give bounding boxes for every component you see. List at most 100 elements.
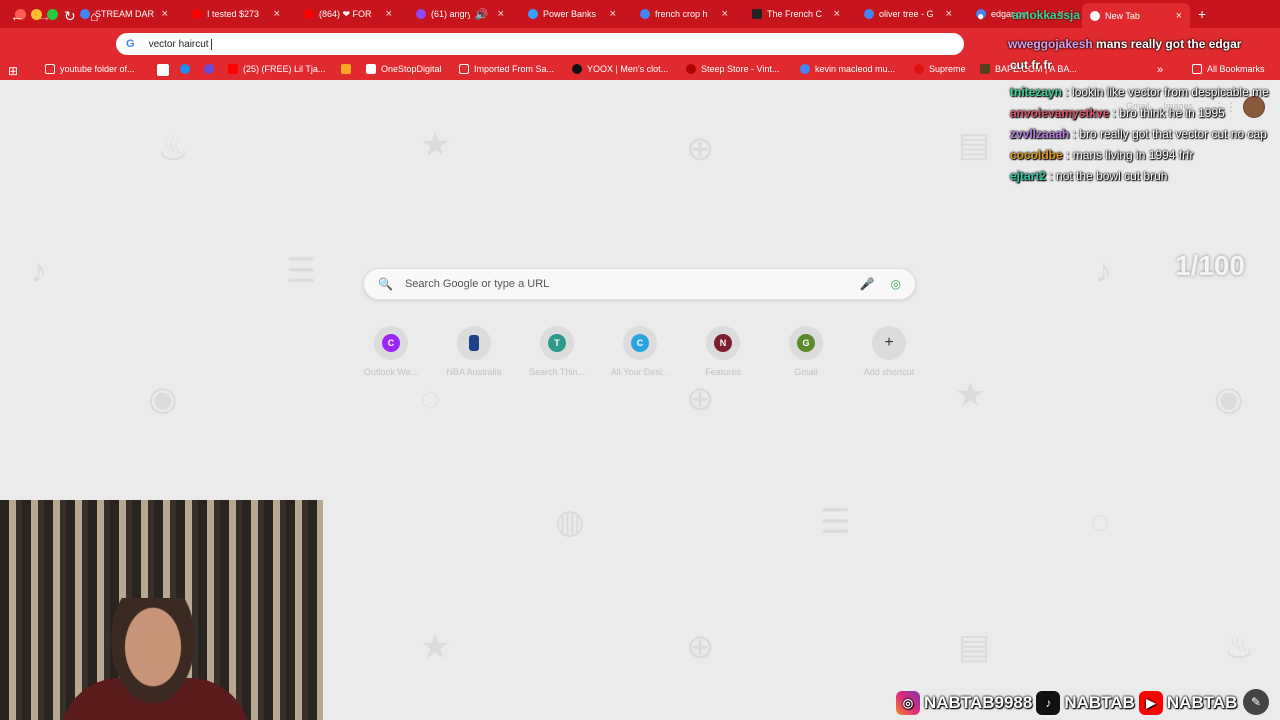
- shortcut-features[interactable]: N Features: [683, 326, 763, 377]
- chat-message: anvoievamystkve : bro think he in 1995: [1010, 103, 1278, 124]
- chat-username: wweggojakesh: [1008, 37, 1093, 51]
- site-icon: [204, 64, 214, 74]
- blank-page-icon: [157, 64, 169, 76]
- bookmark-youtube-folder[interactable]: youtube folder of...: [45, 64, 135, 74]
- chat-username: zvvllzaaah: [1010, 127, 1070, 141]
- bookmark-blank[interactable]: [157, 64, 169, 76]
- film-icon: ▤: [958, 126, 991, 164]
- tab-close-icon[interactable]: ×: [274, 8, 280, 20]
- google-lens-icon[interactable]: ◎: [891, 277, 901, 291]
- tab-new-tab[interactable]: New Tab ×: [1082, 3, 1190, 28]
- nba-logo-icon: [469, 335, 479, 351]
- tab-the-french[interactable]: The French C ×: [744, 3, 848, 25]
- stream-chat-overlay: tnitezayn : lookin like vector from desp…: [1010, 82, 1278, 187]
- broadcast-icon: ◉: [1214, 380, 1244, 418]
- flame-icon: ♨: [1224, 628, 1255, 666]
- google-favicon-icon: [80, 9, 90, 19]
- youtube-icon: ▶: [1138, 691, 1163, 715]
- music-note-icon: ♪: [30, 252, 47, 290]
- ntp-search-box[interactable]: 🔍 Search Google or type a URL 🎤 ◎: [363, 268, 916, 300]
- shortcut-nba[interactable]: NBA Australia: [434, 326, 514, 377]
- tab-close-icon[interactable]: ×: [834, 8, 840, 20]
- tab-title: Power Banks: [543, 9, 597, 19]
- webcam-feed: [0, 500, 323, 720]
- instagram-handle: NABTAB9988: [924, 693, 1033, 712]
- tab-close-icon[interactable]: ×: [722, 8, 728, 20]
- tab-title: STREAM DAR: [95, 9, 155, 19]
- youtube-favicon-icon: [192, 9, 202, 19]
- back-arrow-icon[interactable]: ←: [10, 8, 24, 24]
- bookmark-star[interactable]: [341, 64, 351, 74]
- tab-title: (61) angry: [431, 9, 470, 19]
- burger-icon: ☰: [286, 252, 317, 290]
- shortcut-all-your-desi[interactable]: C All Your Desi...: [600, 326, 680, 377]
- address-bar[interactable]: G vector haircut: [116, 33, 964, 55]
- apps-grid-icon[interactable]: ⊞: [8, 63, 18, 79]
- bookmark-label: (25) (FREE) Lil Tja...: [243, 64, 326, 74]
- bookmark-label: All Bookmarks: [1207, 64, 1265, 74]
- bookmark-label: Steep Store - Vint...: [701, 64, 780, 74]
- shortcut-gmail[interactable]: G Gmail: [766, 326, 846, 377]
- shortcut-tile: +: [872, 326, 906, 360]
- shortcut-favicon: C: [631, 334, 649, 352]
- bookmark-steep-store[interactable]: Steep Store - Vint...: [686, 64, 779, 74]
- bookmark-p[interactable]: [180, 64, 190, 74]
- tab-power-banks[interactable]: Power Banks ×: [520, 3, 624, 25]
- bookmark-lil-tjay[interactable]: (25) (FREE) Lil Tja...: [228, 64, 325, 74]
- tab-french-crop[interactable]: french crop h ×: [632, 3, 736, 25]
- shortcut-add[interactable]: + Add shortcut: [849, 326, 929, 377]
- tab-close-icon[interactable]: ×: [498, 8, 504, 20]
- speaker-icon[interactable]: 🔊: [475, 8, 489, 21]
- forward-arrow-icon[interactable]: →: [37, 8, 51, 24]
- chat-message-top: amokkassja: [1012, 8, 1080, 22]
- basketball-icon: ◍: [555, 503, 585, 541]
- chat-text: : mans living in 1994 frfr: [1066, 148, 1194, 162]
- reload-icon[interactable]: ↻: [64, 8, 76, 24]
- bookmark-imported[interactable]: Imported From Sa...: [459, 64, 554, 74]
- gamepad-icon: ⊕: [686, 130, 715, 168]
- customize-pencil-icon[interactable]: ✎: [1243, 689, 1269, 715]
- shortcut-tile: T: [540, 326, 574, 360]
- tab-title: I tested $273: [207, 9, 260, 19]
- google-icon: [800, 64, 810, 74]
- star-icon: ★: [955, 376, 986, 414]
- bookmark-label: Supreme: [929, 64, 966, 74]
- tab-twitch-angry[interactable]: (61) angry 🔊 ×: [408, 3, 512, 25]
- new-tab-plus-icon[interactable]: +: [1198, 6, 1206, 22]
- bookmark-kevin-macleod[interactable]: kevin macleod mu...: [800, 64, 895, 74]
- gamepad-icon: ⊕: [686, 628, 715, 666]
- tab-youtube-864[interactable]: (864) ❤ FOR ×: [296, 3, 400, 25]
- microphone-icon[interactable]: 🎤: [860, 277, 875, 291]
- chat-username: amokkassja: [1012, 8, 1081, 22]
- site-icon: [180, 64, 190, 74]
- shortcut-label: All Your Desi...: [610, 367, 670, 377]
- google-favicon-icon: [640, 9, 650, 19]
- shortcut-label: Add shortcut: [863, 367, 915, 377]
- tab-title: (864) ❤ FOR: [319, 8, 372, 19]
- tab-close-icon[interactable]: ×: [386, 8, 392, 20]
- youtube-icon: [228, 64, 238, 74]
- bookmark-yoox[interactable]: YOOX | Men's clot...: [572, 64, 668, 74]
- bookmark-circle[interactable]: [204, 64, 214, 74]
- tab-close-icon[interactable]: ×: [1176, 10, 1182, 22]
- tab-close-icon[interactable]: ×: [946, 8, 952, 20]
- bookmark-supreme[interactable]: Supreme: [914, 64, 966, 74]
- folder-icon: [459, 64, 469, 74]
- tab-youtube-tested[interactable]: I tested $273 ×: [184, 3, 288, 25]
- tab-oliver-tree[interactable]: oliver tree - G ×: [856, 3, 960, 25]
- home-icon[interactable]: ⌂: [90, 8, 98, 24]
- bookmark-onestopdigital[interactable]: OneStopDigital: [366, 64, 442, 74]
- tab-stream[interactable]: STREAM DAR ×: [72, 3, 176, 25]
- bookmark-all-bookmarks[interactable]: All Bookmarks: [1192, 64, 1265, 74]
- extension-icon[interactable]: ●: [977, 8, 984, 24]
- goal-counter: 1/100: [1175, 250, 1246, 281]
- tab-close-icon[interactable]: ×: [162, 8, 168, 20]
- shortcut-label: Features: [705, 367, 741, 377]
- tab-close-icon[interactable]: ×: [610, 8, 616, 20]
- chat-text: : lookin like vector from despicable me: [1065, 85, 1269, 99]
- more-bookmarks-chevron-icon[interactable]: »: [1157, 64, 1163, 76]
- tiktok-handle: NABTAB: [1064, 693, 1135, 712]
- shortcut-outlook[interactable]: C Outlook We...: [351, 326, 431, 377]
- shortcut-search-thin[interactable]: T Search Thin...: [517, 326, 597, 377]
- chat-username: cocoldbe: [1010, 148, 1063, 162]
